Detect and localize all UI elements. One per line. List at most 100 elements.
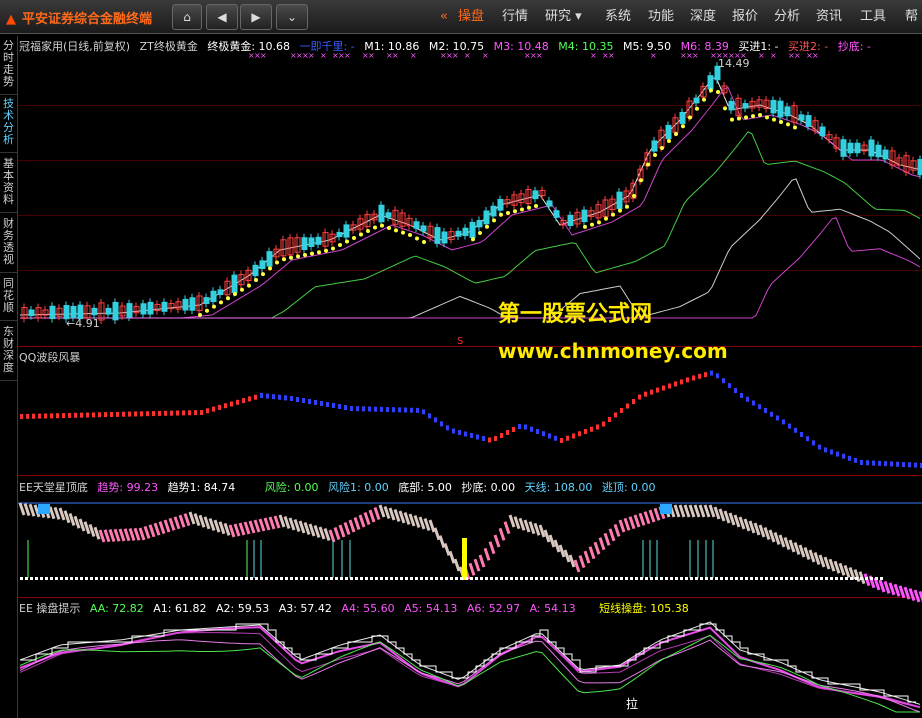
qq-bar xyxy=(20,414,23,419)
ee-base-dot xyxy=(135,577,138,580)
ee-base-dot xyxy=(300,577,303,580)
signal-dot xyxy=(520,207,524,212)
ee-bar xyxy=(603,532,611,546)
candle-body xyxy=(567,214,574,226)
qq-bar xyxy=(308,399,311,404)
ee-base-dot xyxy=(250,577,253,580)
ee-base-dot xyxy=(220,577,223,580)
candle-body xyxy=(189,297,196,311)
ee-bar xyxy=(608,528,616,542)
ee-bar xyxy=(118,528,126,542)
ee-bar xyxy=(258,518,266,532)
signal-dot xyxy=(380,223,384,228)
qq-bar xyxy=(794,427,797,433)
ee-bar xyxy=(378,504,386,518)
ee-base-dot xyxy=(335,577,338,580)
qq-bar xyxy=(158,410,161,416)
chart-canvas[interactable]: × × × × × × × × × × × × × × × × × × × × × × × × × × × × × × × × × × × × × × × ×… xyxy=(0,0,922,718)
watermark-title: 第一股票公式网 xyxy=(498,302,653,327)
ee-base-dot xyxy=(875,577,878,580)
candle-body xyxy=(147,301,154,315)
signal-dot xyxy=(667,139,671,143)
ee-base-dot xyxy=(710,577,713,580)
ee-base-dot xyxy=(210,577,213,580)
ee-base-dot xyxy=(725,577,728,580)
ee-bar xyxy=(643,511,651,525)
ee-bar xyxy=(343,522,351,535)
ee-bar xyxy=(823,556,831,570)
qq-bar xyxy=(122,411,125,417)
ee-base-dot xyxy=(450,577,453,580)
qq-bar xyxy=(302,398,305,403)
signal-dot xyxy=(303,253,307,257)
candle-body xyxy=(112,301,119,321)
ee-base-dot xyxy=(445,577,448,580)
ee-base-dot xyxy=(465,577,468,580)
x-marker: × xyxy=(770,51,777,60)
qq-bar xyxy=(284,395,287,401)
x-marker: × xyxy=(536,51,543,60)
qq-bar xyxy=(710,370,713,376)
ee-base-dot xyxy=(870,577,873,580)
signal-dot xyxy=(660,146,664,150)
ee-bar xyxy=(138,527,146,541)
ee-bar xyxy=(88,524,96,537)
ee-top-marker xyxy=(38,504,50,514)
qq-bar xyxy=(578,431,581,437)
signal-dot xyxy=(611,212,615,217)
candle-body xyxy=(798,114,805,121)
ee-bar xyxy=(28,503,36,517)
ee-bar xyxy=(233,523,241,537)
ee-bar xyxy=(518,517,526,531)
signal-dot xyxy=(723,106,727,111)
ee-base-dot xyxy=(815,577,818,580)
ee-bar xyxy=(478,554,486,568)
candle-body xyxy=(217,289,224,296)
x-marker: × xyxy=(482,51,489,60)
ee-base-dot xyxy=(600,577,603,580)
ee-bar xyxy=(798,544,806,558)
ee-bar xyxy=(778,534,786,548)
candle-body xyxy=(203,297,210,305)
ee-bar xyxy=(723,510,731,524)
ee-base-dot xyxy=(475,577,478,580)
ee-base-dot xyxy=(95,577,98,580)
ee-bar xyxy=(793,542,801,555)
candle-body xyxy=(742,103,749,109)
ee-bar xyxy=(68,513,76,526)
qq-bar xyxy=(836,451,839,457)
ee-bar xyxy=(758,524,766,538)
x-marker: × xyxy=(344,51,351,60)
ee-base-dot xyxy=(380,577,383,580)
signal-dot xyxy=(618,208,622,213)
ee-base-dot xyxy=(675,577,678,580)
ee-base-dot xyxy=(470,577,473,580)
ee-bar xyxy=(323,528,331,541)
qq-bar xyxy=(230,401,233,407)
x-marker: × xyxy=(608,51,615,60)
signal-dot xyxy=(492,218,496,223)
ee-base-dot xyxy=(680,577,683,580)
qq-bar xyxy=(482,436,485,441)
cp-bottom-label: 拉 xyxy=(626,696,638,711)
ee-base-dot xyxy=(790,577,793,580)
qq-bar xyxy=(404,407,407,413)
x-marker: × xyxy=(260,51,267,60)
ee-base-dot xyxy=(575,577,578,580)
ee-base-dot xyxy=(290,577,293,580)
qq-bar xyxy=(422,409,425,415)
ee-base-dot xyxy=(640,577,643,580)
signal-dot xyxy=(366,229,370,233)
candle-body xyxy=(868,139,875,157)
ee-base-dot xyxy=(120,577,123,580)
qq-indicator-chart xyxy=(20,370,922,468)
ee-bar xyxy=(218,521,226,535)
candle-body xyxy=(693,97,700,104)
qq-bar xyxy=(752,400,755,406)
ee-bar xyxy=(543,529,551,543)
qq-bar xyxy=(884,461,887,467)
ee-bar xyxy=(628,516,636,530)
ee-bar xyxy=(593,541,601,555)
qq-bar xyxy=(110,412,113,417)
candle-body xyxy=(553,210,560,218)
